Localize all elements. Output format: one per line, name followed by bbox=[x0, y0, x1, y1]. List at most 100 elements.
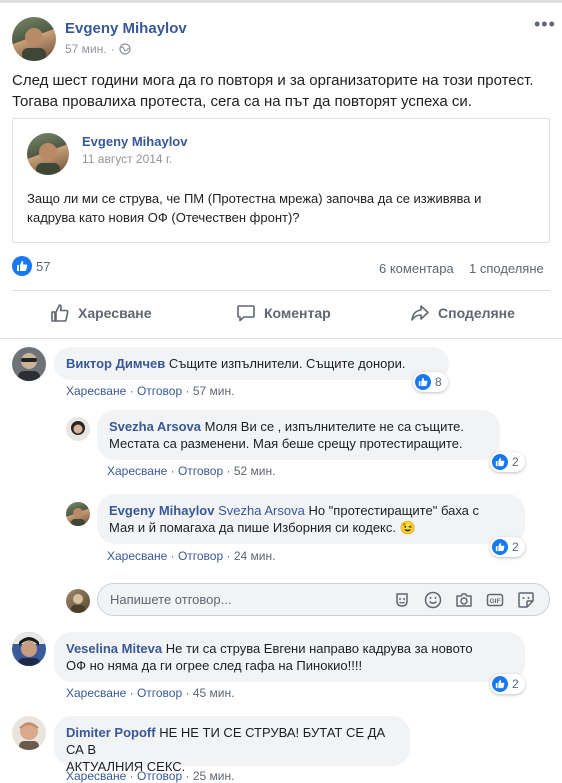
like-reaction-icon bbox=[415, 374, 431, 390]
shares-count[interactable]: 1 споделяне bbox=[469, 261, 544, 276]
separator: · bbox=[170, 549, 175, 563]
like-reaction-icon bbox=[492, 454, 508, 470]
more-options-icon[interactable]: ••• bbox=[534, 14, 556, 35]
comment-likes: 2 bbox=[512, 540, 519, 554]
divider bbox=[12, 290, 550, 291]
post-text: След шест години мога да го повторя и за… bbox=[12, 70, 557, 112]
shared-text: Защо ли ми се струва, че ПМ (Протестна м… bbox=[27, 189, 542, 227]
comment-actions: Харесване · Отговор · 57 мин. bbox=[66, 384, 234, 398]
comment-text: Не ти са струва Евгени направо кадрува з… bbox=[165, 641, 473, 656]
thumbs-up-icon bbox=[51, 304, 69, 322]
comment-time[interactable]: 25 мин. bbox=[193, 769, 235, 783]
comment-bubble: Виктор Димчев Същите изпълнители. Същите… bbox=[54, 347, 449, 380]
comments-section-bg bbox=[0, 338, 562, 339]
comment-time[interactable]: 57 мин. bbox=[193, 384, 235, 398]
separator: · bbox=[185, 769, 190, 783]
separator: · bbox=[185, 686, 190, 700]
comment-author[interactable]: Dimiter Popoff bbox=[66, 725, 156, 740]
comment-reaction-count[interactable]: 2 bbox=[490, 452, 525, 472]
comment-reply-link[interactable]: Отговор bbox=[137, 384, 182, 398]
avatar-sticker-icon[interactable] bbox=[391, 589, 413, 611]
commenter-avatar[interactable] bbox=[12, 716, 46, 750]
share-icon bbox=[411, 305, 429, 321]
comment-author[interactable]: Evgeny Mihaylov bbox=[109, 503, 214, 518]
current-user-avatar bbox=[66, 589, 90, 613]
reply-placeholder: Напишете отговор... bbox=[110, 592, 232, 607]
commenter-avatar[interactable] bbox=[12, 632, 46, 666]
comment-mention[interactable]: Svezha Arsova bbox=[218, 503, 305, 518]
svg-text:GIF: GIF bbox=[490, 598, 501, 605]
shared-date[interactable]: 11 август 2014 г. bbox=[82, 152, 172, 166]
comment-bubble: Veselina Miteva Не ти са струва Евгени н… bbox=[54, 632, 525, 682]
emoji-icon[interactable] bbox=[422, 589, 444, 611]
comment-likes: 8 bbox=[435, 375, 442, 389]
separator: · bbox=[185, 384, 190, 398]
like-button[interactable]: Харесване bbox=[50, 303, 152, 323]
comment-reaction-count[interactable]: 8 bbox=[413, 372, 448, 392]
comment-reply-link[interactable]: Отговор bbox=[178, 464, 223, 478]
dot-separator: · bbox=[110, 42, 115, 56]
comment-time[interactable]: 52 мин. bbox=[234, 464, 276, 478]
shared-text-line: Защо ли ми се струва, че ПМ (Протестна м… bbox=[27, 191, 482, 206]
comment-like-link[interactable]: Харесване bbox=[66, 686, 126, 700]
reactions-summary[interactable]: 57 bbox=[12, 256, 50, 276]
comment-reply-link[interactable]: Отговор bbox=[137, 686, 182, 700]
separator: · bbox=[226, 549, 231, 563]
shared-post-card[interactable]: Evgeny Mihaylov 11 август 2014 г. Защо л… bbox=[12, 118, 550, 243]
comment-bubble: Dimiter Popoff НЕ НЕ ТИ СЕ СТРУВА! БУТАТ… bbox=[54, 716, 410, 774]
comment-likes: 2 bbox=[512, 455, 519, 469]
comment-bubble: Evgeny Mihaylov Svezha Arsova Но "протес… bbox=[97, 494, 525, 544]
shared-text-line: кадрува като новия ОФ (Отечествен фронт)… bbox=[27, 210, 300, 225]
like-button-label: Харесване bbox=[78, 305, 152, 321]
comment-reaction-count[interactable]: 2 bbox=[490, 674, 525, 694]
comment-reply-link[interactable]: Отговор bbox=[137, 769, 182, 783]
shared-author-avatar[interactable] bbox=[27, 133, 69, 175]
shared-author[interactable]: Evgeny Mihaylov bbox=[82, 134, 187, 149]
comment-like-link[interactable]: Харесване bbox=[107, 549, 167, 563]
globe-icon[interactable] bbox=[118, 43, 131, 55]
gif-icon[interactable]: GIF bbox=[484, 589, 506, 611]
comment-text: Но "протестиращите" баха с bbox=[308, 503, 480, 518]
commenter-avatar[interactable] bbox=[12, 347, 46, 381]
comment-like-link[interactable]: Харесване bbox=[107, 464, 167, 478]
share-button[interactable]: Споделяне bbox=[410, 303, 515, 323]
comment-text: ОФ но няма да ги огрее след гафа на Пино… bbox=[66, 658, 363, 673]
reactions-count[interactable]: 57 bbox=[36, 259, 50, 274]
person-icon bbox=[22, 28, 46, 61]
commenter-avatar[interactable] bbox=[66, 417, 90, 441]
separator: · bbox=[129, 769, 134, 783]
post-text-line: Тогава провалиха протеста, сега са на пъ… bbox=[12, 93, 472, 110]
comment-author[interactable]: Svezha Arsova bbox=[109, 419, 201, 434]
wink-emoji-icon: 😉 bbox=[399, 520, 416, 535]
comment-author[interactable]: Виктор Димчев bbox=[66, 356, 165, 371]
comment-like-link[interactable]: Харесване bbox=[66, 769, 126, 783]
commenter-avatar[interactable] bbox=[66, 502, 90, 526]
comment-button-label: Коментар bbox=[264, 305, 331, 321]
separator: · bbox=[226, 464, 231, 478]
comment-author[interactable]: Veselina Miteva bbox=[66, 641, 162, 656]
author-avatar[interactable] bbox=[12, 17, 56, 61]
sticker-icon[interactable] bbox=[515, 589, 537, 611]
comment-likes: 2 bbox=[512, 677, 519, 691]
separator: · bbox=[129, 384, 134, 398]
comment-time[interactable]: 24 мин. bbox=[234, 549, 276, 563]
camera-icon[interactable] bbox=[453, 589, 475, 611]
comment-time[interactable]: 45 мин. bbox=[193, 686, 235, 700]
comments-count[interactable]: 6 коментара bbox=[379, 261, 454, 276]
comment-reaction-count[interactable]: 2 bbox=[490, 537, 525, 557]
share-button-label: Споделяне bbox=[438, 305, 515, 321]
comment-like-link[interactable]: Харесване bbox=[66, 384, 126, 398]
comment-text: Същите изпълнители. Същите донори. bbox=[168, 356, 406, 371]
comment-reply-link[interactable]: Отговор bbox=[178, 549, 223, 563]
reply-input[interactable]: Напишете отговор... bbox=[97, 583, 550, 616]
post-text-line: След шест години мога да го повторя и за… bbox=[12, 72, 534, 89]
comment-text: Мая и й помагаха да пише Изборния си код… bbox=[109, 520, 396, 535]
like-reaction-icon bbox=[492, 539, 508, 555]
comment-icon bbox=[237, 305, 255, 322]
comment-actions: Харесване · Отговор · 45 мин. bbox=[66, 686, 234, 700]
post-time[interactable]: 57 мин. bbox=[65, 42, 107, 56]
comment-bubble: Svezha Arsova Моля Ви се , изпълнителите… bbox=[97, 410, 500, 460]
separator: · bbox=[170, 464, 175, 478]
comment-button[interactable]: Коментар bbox=[236, 303, 331, 323]
post-author[interactable]: Evgeny Mihaylov bbox=[65, 20, 187, 37]
